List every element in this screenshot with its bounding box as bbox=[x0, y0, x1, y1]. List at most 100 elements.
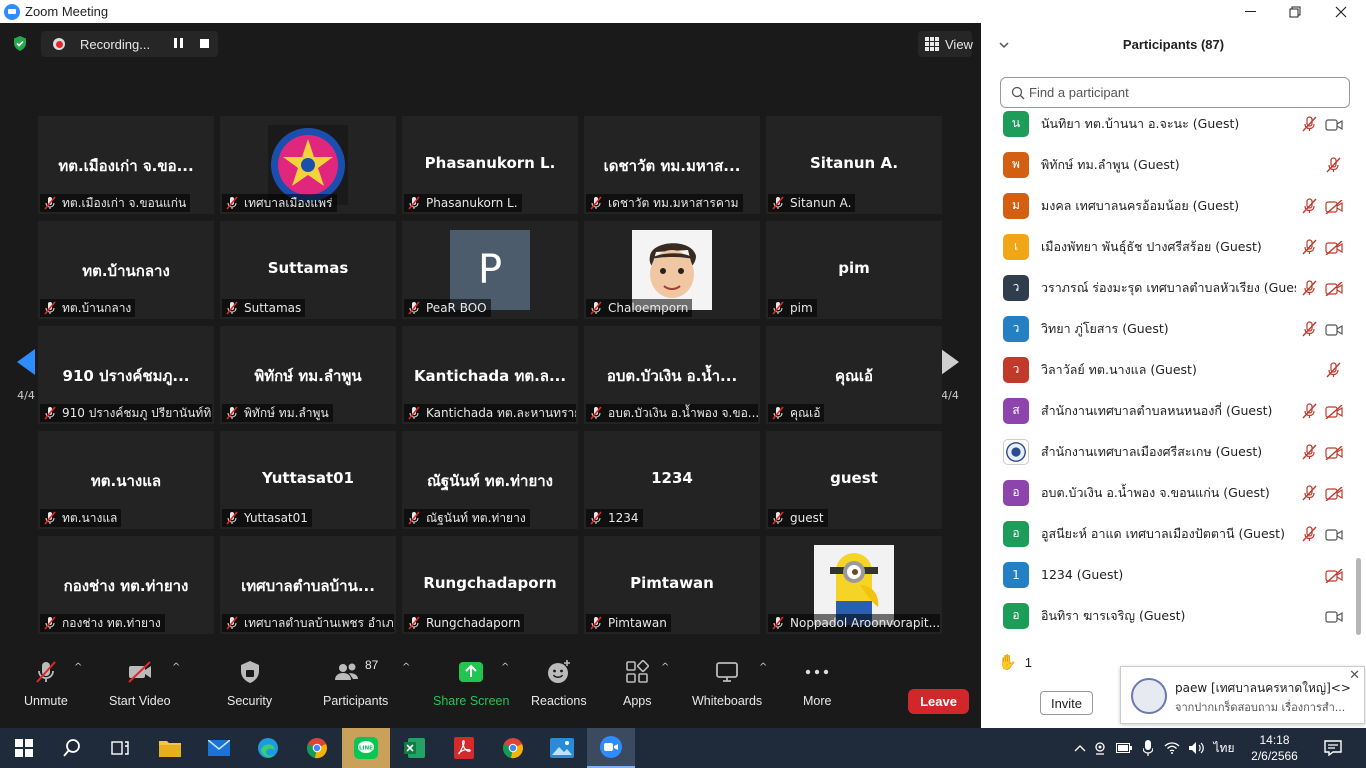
notifications-button[interactable] bbox=[1310, 728, 1356, 768]
zoom-taskbar[interactable] bbox=[587, 728, 635, 768]
participant-muted-mic-icon[interactable] bbox=[1325, 156, 1341, 173]
restore-button[interactable] bbox=[1272, 0, 1318, 23]
participant-muted-mic-icon[interactable] bbox=[1301, 320, 1317, 337]
video-tile[interactable]: Chaloemporn bbox=[584, 221, 760, 319]
video-tile[interactable]: Phasanukorn L. Phasanukorn L. bbox=[402, 116, 578, 214]
wifi-icon[interactable] bbox=[1160, 742, 1184, 754]
video-tile[interactable]: P PeaR BOO bbox=[402, 221, 578, 319]
video-tile[interactable]: พิทักษ์ ทม.ลำพูน พิทักษ์ ทม.ลำพูน bbox=[220, 326, 396, 424]
apps-options-caret[interactable]: ^ bbox=[661, 662, 669, 673]
participants-options-caret[interactable]: ^ bbox=[402, 662, 410, 673]
input-language[interactable]: ไทย bbox=[1208, 739, 1240, 758]
participant-row[interactable]: เ เมืองพัทยา พันธุ์ธัช ปางศรีสร้อย (Guest… bbox=[981, 226, 1354, 267]
participant-row[interactable]: อ อินทิรา ฆารเจริญ (Guest) bbox=[981, 595, 1354, 636]
close-window-button[interactable] bbox=[1318, 0, 1364, 23]
participant-row[interactable]: อ อูสนียะห์ อาแด เทศบาลเมืองปัตตานี (Gues… bbox=[981, 513, 1354, 554]
taskbar-clock[interactable]: 14:18 2/6/2566 bbox=[1247, 732, 1302, 764]
participants-button[interactable]: 87 Participants bbox=[323, 658, 388, 708]
leave-button[interactable]: Leave bbox=[908, 689, 969, 714]
video-tile[interactable]: Sitanun A. Sitanun A. bbox=[766, 116, 942, 214]
volume-icon[interactable] bbox=[1184, 741, 1208, 755]
video-tile[interactable]: ณัฐนันท์ ทต.ท่ายาง ณัฐนันท์ ทต.ท่ายาง bbox=[402, 431, 578, 529]
participant-row[interactable]: น นันทิยา ทต.บ้านนา อ.จะนะ (Guest) bbox=[981, 103, 1354, 144]
file-explorer-taskbar[interactable] bbox=[146, 728, 194, 768]
video-tile[interactable]: Pimtawan Pimtawan bbox=[584, 536, 760, 634]
video-tile[interactable]: Yuttasat01 Yuttasat01 bbox=[220, 431, 396, 529]
video-tile[interactable]: กองช่าง ทต.ท่ายาง กองช่าง ทต.ท่ายาง bbox=[38, 536, 214, 634]
smiley-icon bbox=[546, 658, 572, 686]
video-options-caret[interactable]: ^ bbox=[172, 662, 180, 673]
video-tile[interactable]: pim pim bbox=[766, 221, 942, 319]
participant-row[interactable]: ม มงคล เทศบาลนครอ้อมน้อย (Guest) bbox=[981, 185, 1354, 226]
line-taskbar[interactable]: LINE bbox=[342, 728, 390, 768]
whiteboards-options-caret[interactable]: ^ bbox=[759, 662, 767, 673]
reactions-button[interactable]: Reactions bbox=[531, 658, 587, 708]
participant-row[interactable]: ว วราภรณ์ ร่องมะรุด เทศบาลตำบลหัวเรียง (G… bbox=[981, 267, 1354, 308]
participant-muted-mic-icon[interactable] bbox=[1301, 238, 1317, 255]
task-view-button[interactable] bbox=[96, 728, 144, 768]
edge-taskbar[interactable] bbox=[244, 728, 292, 768]
battery-icon[interactable] bbox=[1112, 743, 1136, 753]
video-tile[interactable]: Noppadol Aroonvorapit... bbox=[766, 536, 942, 634]
search-input[interactable] bbox=[1029, 85, 1329, 100]
start-button[interactable] bbox=[0, 728, 48, 768]
security-button[interactable]: Security bbox=[227, 658, 272, 708]
whiteboards-button[interactable]: Whiteboards bbox=[692, 658, 762, 708]
mail-taskbar[interactable] bbox=[195, 728, 243, 768]
encryption-shield-icon[interactable] bbox=[12, 35, 28, 52]
video-tile[interactable]: คุณเอ้ คุณเอ้ bbox=[766, 326, 942, 424]
video-tile[interactable]: 910 ปรางค์ชมภู... 910 ปรางค์ชมภู ปรียานัน… bbox=[38, 326, 214, 424]
participant-row[interactable]: ว วิทยา ภู่โยสาร (Guest) bbox=[981, 308, 1354, 349]
participant-muted-mic-icon[interactable] bbox=[1301, 115, 1317, 132]
chrome-taskbar-2[interactable] bbox=[489, 728, 537, 768]
apps-button[interactable]: Apps bbox=[623, 658, 652, 708]
invite-button[interactable]: Invite bbox=[1040, 691, 1093, 715]
participant-list-scrollbar[interactable] bbox=[1356, 558, 1361, 635]
video-tile[interactable]: เทศบาลตำบลบ้าน... เทศบาลตำบลบ้านเพชร อำเภ… bbox=[220, 536, 396, 634]
video-tile[interactable]: ทต.นางแล ทต.นางแล bbox=[38, 431, 214, 529]
view-button[interactable]: View bbox=[918, 31, 973, 57]
participant-muted-mic-icon[interactable] bbox=[1301, 279, 1317, 296]
start-video-button[interactable]: Start Video bbox=[109, 658, 171, 708]
participant-row[interactable]: อ อบต.บัวเงิน อ.น้ำพอง จ.ขอนแก่น (Guest) bbox=[981, 472, 1354, 513]
participant-muted-mic-icon[interactable] bbox=[1301, 402, 1317, 419]
unmute-button[interactable]: Unmute bbox=[24, 658, 68, 708]
more-button[interactable]: More bbox=[803, 658, 831, 708]
participant-row[interactable]: ว วิลาวัลย์ ทต.นางแล (Guest) bbox=[981, 349, 1354, 390]
close-notification-button[interactable]: ✕ bbox=[1349, 668, 1360, 683]
video-tile[interactable]: เทศบาลเมืองแพร่ bbox=[220, 116, 396, 214]
photos-taskbar[interactable] bbox=[538, 728, 586, 768]
stop-recording-button[interactable] bbox=[200, 39, 209, 48]
video-tile[interactable]: guest guest bbox=[766, 431, 942, 529]
participant-muted-mic-icon[interactable] bbox=[1301, 484, 1317, 501]
participant-muted-mic-icon[interactable] bbox=[1301, 197, 1317, 214]
share-options-caret[interactable]: ^ bbox=[501, 662, 509, 673]
excel-taskbar[interactable] bbox=[391, 728, 439, 768]
share-screen-button[interactable]: Share Screen bbox=[433, 658, 509, 708]
minimize-button[interactable] bbox=[1227, 0, 1273, 23]
video-tile[interactable]: เดชาวัต ทม.มหาส... เดชาวัต ทม.มหาสารคาม bbox=[584, 116, 760, 214]
acrobat-taskbar[interactable] bbox=[440, 728, 488, 768]
video-tile[interactable]: ทต.บ้านกลาง ทต.บ้านกลาง bbox=[38, 221, 214, 319]
participant-row[interactable]: สำนักงานเทศบาลเมืองศรีสะเกษ (Guest) bbox=[981, 431, 1354, 472]
participant-muted-mic-icon[interactable] bbox=[1301, 443, 1317, 460]
video-tile[interactable]: ทต.เมืองเก่า จ.ขอ... ทต.เมืองเก่า จ.ขอนแก… bbox=[38, 116, 214, 214]
taskbar-search-button[interactable] bbox=[48, 728, 96, 768]
camera-in-use-icon[interactable] bbox=[1088, 741, 1112, 755]
pause-recording-button[interactable] bbox=[174, 38, 184, 48]
participant-row[interactable]: 1 1234 (Guest) bbox=[981, 554, 1354, 595]
microphone-in-use-icon[interactable] bbox=[1136, 740, 1160, 756]
participant-row[interactable]: ส สำนักงานเทศบาลตำบลหนหนองกี่ (Guest) bbox=[981, 390, 1354, 431]
chrome-taskbar[interactable] bbox=[293, 728, 341, 768]
video-tile[interactable]: Kantichada ทต.ล... Kantichada ทต.ละหานทรา… bbox=[402, 326, 578, 424]
video-tile[interactable]: อบต.บัวเงิน อ.น้ำ... อบต.บัวเงิน อ.น้ำพอง… bbox=[584, 326, 760, 424]
participant-muted-mic-icon[interactable] bbox=[1325, 361, 1341, 378]
video-tile[interactable]: Suttamas Suttamas bbox=[220, 221, 396, 319]
chat-notification[interactable]: paew [เทศบาลนครหาดใหญ่]<>A... จากปากเกร็… bbox=[1120, 666, 1365, 724]
participant-row[interactable]: พ พิทักษ์ ทม.ลำพูน (Guest) bbox=[981, 144, 1354, 185]
video-tile[interactable]: 1234 1234 bbox=[584, 431, 760, 529]
show-hidden-icons-chevron-icon[interactable] bbox=[1072, 744, 1088, 752]
audio-options-caret[interactable]: ^ bbox=[74, 662, 82, 673]
participant-muted-mic-icon[interactable] bbox=[1301, 525, 1317, 542]
video-tile[interactable]: Rungchadaporn Rungchadaporn bbox=[402, 536, 578, 634]
